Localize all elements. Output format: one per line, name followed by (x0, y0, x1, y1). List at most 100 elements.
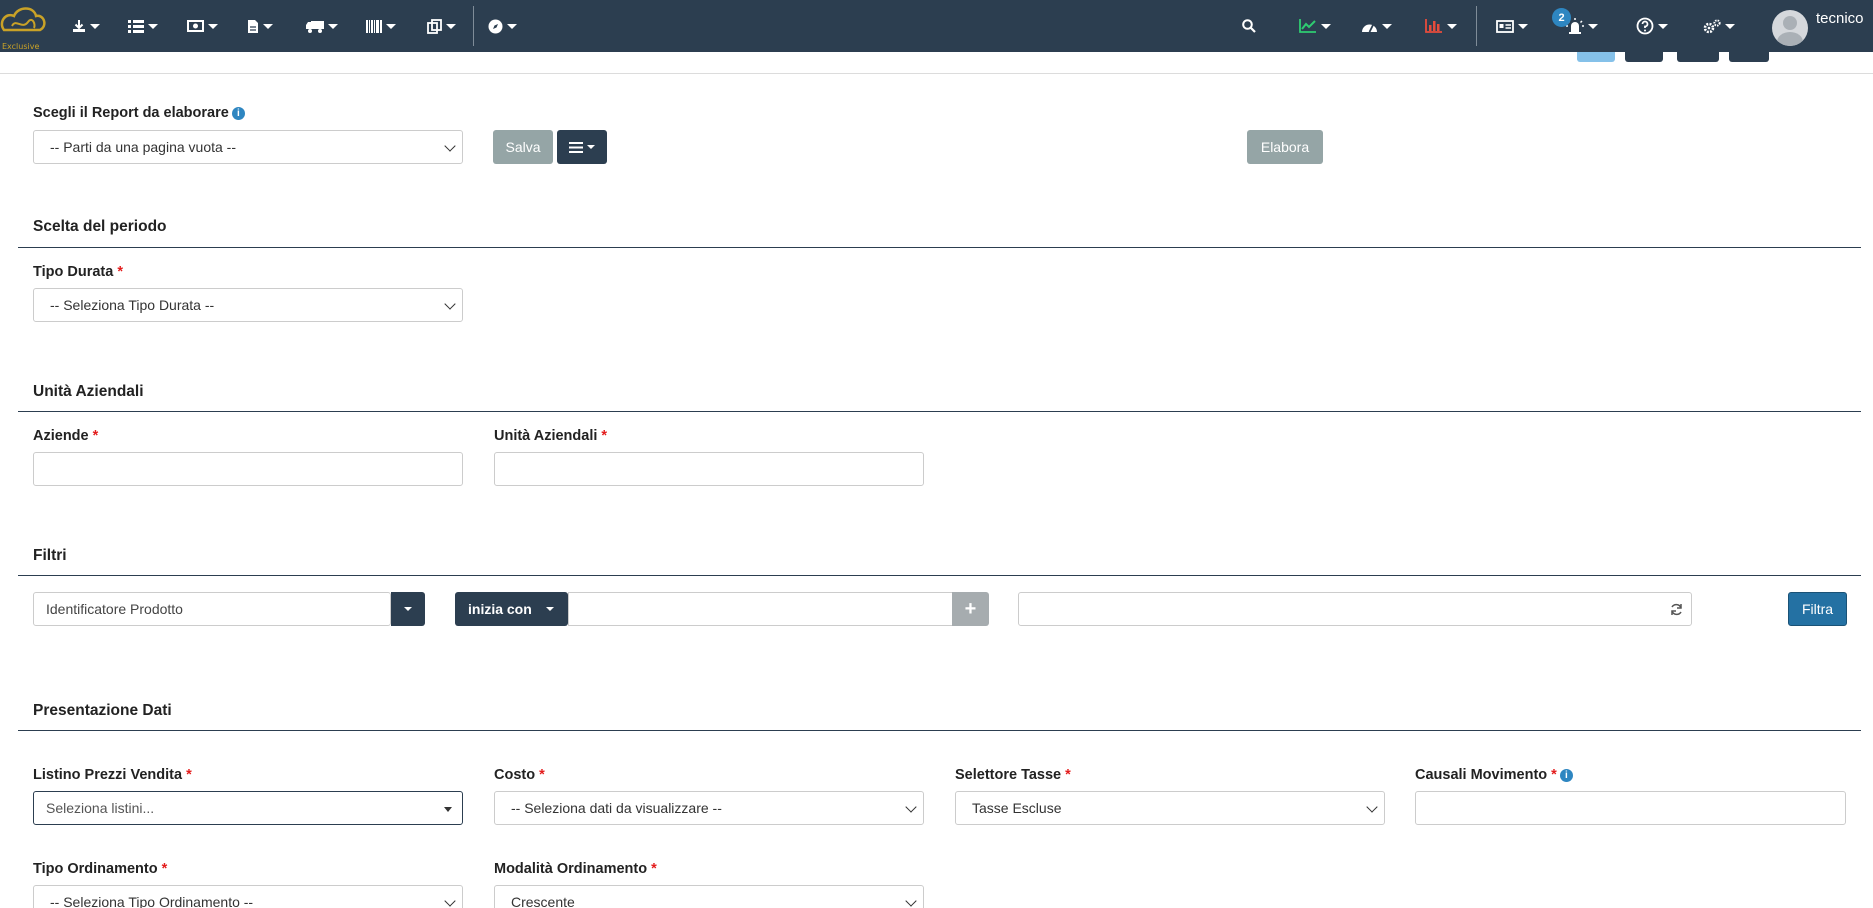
required-marker: * (186, 767, 192, 783)
chevron-down-icon (444, 298, 456, 310)
filter-field-select[interactable]: Identificatore Prodotto (33, 592, 391, 626)
section-title-filters: Filtri (33, 547, 67, 564)
filter-tags-input[interactable] (1018, 592, 1692, 626)
dashboard-icon (1362, 24, 1377, 32)
download-menu[interactable] (72, 0, 100, 52)
barcode-menu[interactable] (366, 0, 396, 52)
sort-type-select-value: -- Seleziona Tipo Ordinamento -- (50, 894, 254, 908)
chevron-down-icon (905, 895, 917, 907)
nav-divider (473, 6, 474, 46)
nav-divider (1476, 6, 1477, 46)
required-marker: * (601, 428, 608, 444)
companies-label-text: Aziende (33, 428, 89, 444)
report-options-button[interactable] (557, 130, 607, 164)
toolbar-chip[interactable] (1577, 52, 1615, 62)
dashboard-menu[interactable] (1361, 0, 1392, 52)
alerts-menu[interactable] (1566, 0, 1598, 52)
chevron-down-icon (444, 895, 456, 907)
chevron-down-icon (148, 23, 158, 29)
tax-selector-select[interactable]: Tasse Escluse (955, 791, 1385, 825)
report-label-text: Scegli il Report da elaborare (33, 105, 229, 121)
money-menu[interactable] (187, 0, 218, 52)
filter-operator-button[interactable]: inizia con (455, 592, 568, 626)
compass-icon (488, 19, 503, 33)
cost-select[interactable]: -- Seleziona dati da visualizzare -- (494, 791, 924, 825)
tax-selector-value: Tasse Escluse (972, 800, 1062, 816)
bar-chart-icon (1425, 19, 1442, 33)
report-select[interactable]: -- Parti da una pagina vuota -- (33, 130, 463, 164)
copy-icon (427, 18, 442, 34)
chevron-down-icon (1658, 23, 1668, 29)
chevron-down-icon (587, 145, 595, 149)
chevron-down-icon (1382, 23, 1392, 29)
movement-causals-label-text: Causali Movimento (1415, 767, 1548, 783)
price-list-placeholder: Seleziona listini... (46, 800, 155, 816)
document-menu[interactable] (247, 0, 273, 52)
sort-mode-select[interactable]: Crescente (494, 885, 924, 908)
movement-causals-label: Causali Movimento * i (1415, 767, 1573, 783)
business-units-label: Unità Aziendali * (494, 428, 607, 444)
menu-icon (569, 141, 583, 153)
movement-causals-input[interactable] (1415, 791, 1846, 825)
companies-input[interactable] (33, 452, 463, 486)
compass-menu[interactable] (488, 0, 517, 52)
chevron-down-icon (1366, 801, 1378, 813)
username[interactable]: tecnico (1816, 10, 1864, 27)
chevron-down-icon (444, 140, 456, 152)
process-button[interactable]: Elabora (1247, 130, 1323, 164)
required-marker: * (539, 767, 545, 783)
list-icon (128, 19, 144, 33)
duration-select-value: -- Seleziona Tipo Durata -- (50, 297, 215, 313)
required-marker: * (92, 428, 99, 444)
id-card-menu[interactable] (1496, 0, 1528, 52)
line-chart-menu[interactable] (1299, 0, 1331, 52)
companies-label: Aziende * (33, 428, 98, 444)
truck-icon (306, 20, 324, 33)
user-avatar[interactable] (1772, 10, 1808, 46)
filter-field-dropdown-button[interactable] (391, 592, 425, 626)
chevron-down-icon (1447, 23, 1457, 29)
info-icon[interactable]: i (1559, 768, 1573, 782)
price-list-label-text: Listino Prezzi Vendita (33, 767, 183, 783)
chevron-down-icon (1518, 23, 1528, 29)
shipping-menu[interactable] (306, 0, 338, 52)
info-icon[interactable]: i (231, 106, 245, 120)
help-menu[interactable] (1636, 0, 1668, 52)
price-list-select[interactable]: Seleziona listini... (33, 791, 463, 825)
add-filter-button[interactable]: + (952, 592, 989, 626)
sort-mode-select-value: Crescente (511, 894, 575, 908)
refresh-icon[interactable] (1670, 603, 1683, 616)
price-list-label: Listino Prezzi Vendita * (33, 767, 192, 783)
duration-select[interactable]: -- Seleziona Tipo Durata -- (33, 288, 463, 322)
chevron-down-icon (444, 807, 452, 812)
apply-filter-button[interactable]: Filtra (1788, 592, 1847, 626)
section-divider (18, 247, 1861, 248)
copy-menu[interactable] (427, 0, 456, 52)
section-divider (18, 730, 1861, 731)
toolbar-chip[interactable] (1729, 52, 1769, 62)
bar-chart-menu[interactable] (1425, 0, 1457, 52)
duration-label: Tipo Durata * (33, 264, 123, 280)
chevron-down-icon (386, 23, 396, 29)
chevron-down-icon (905, 801, 917, 813)
settings-menu[interactable] (1703, 0, 1735, 52)
filter-value-input[interactable] (568, 592, 953, 626)
duration-label-text: Tipo Durata (33, 264, 114, 280)
save-button[interactable]: Salva (493, 130, 553, 164)
brand-logo[interactable]: Exclusive (0, 2, 46, 51)
search-button[interactable] (1242, 0, 1256, 52)
toolbar-chip[interactable] (1677, 52, 1719, 62)
business-units-input[interactable] (494, 452, 924, 486)
filter-field-value: Identificatore Prodotto (46, 601, 183, 617)
sort-type-select[interactable]: -- Seleziona Tipo Ordinamento -- (33, 885, 463, 908)
toolbar-chip[interactable] (1625, 52, 1663, 62)
report-select-value: -- Parti da una pagina vuota -- (50, 139, 236, 155)
chevron-down-icon (328, 23, 338, 29)
chevron-down-icon (446, 23, 456, 29)
list-menu[interactable] (128, 0, 158, 52)
chevron-down-icon (1321, 23, 1331, 29)
report-label: Scegli il Report da elaborare i (33, 105, 245, 121)
sort-type-label: Tipo Ordinamento * (33, 861, 167, 877)
section-title-units: Unità Aziendali (33, 383, 144, 400)
notifications-badge: 2 (1552, 8, 1571, 27)
